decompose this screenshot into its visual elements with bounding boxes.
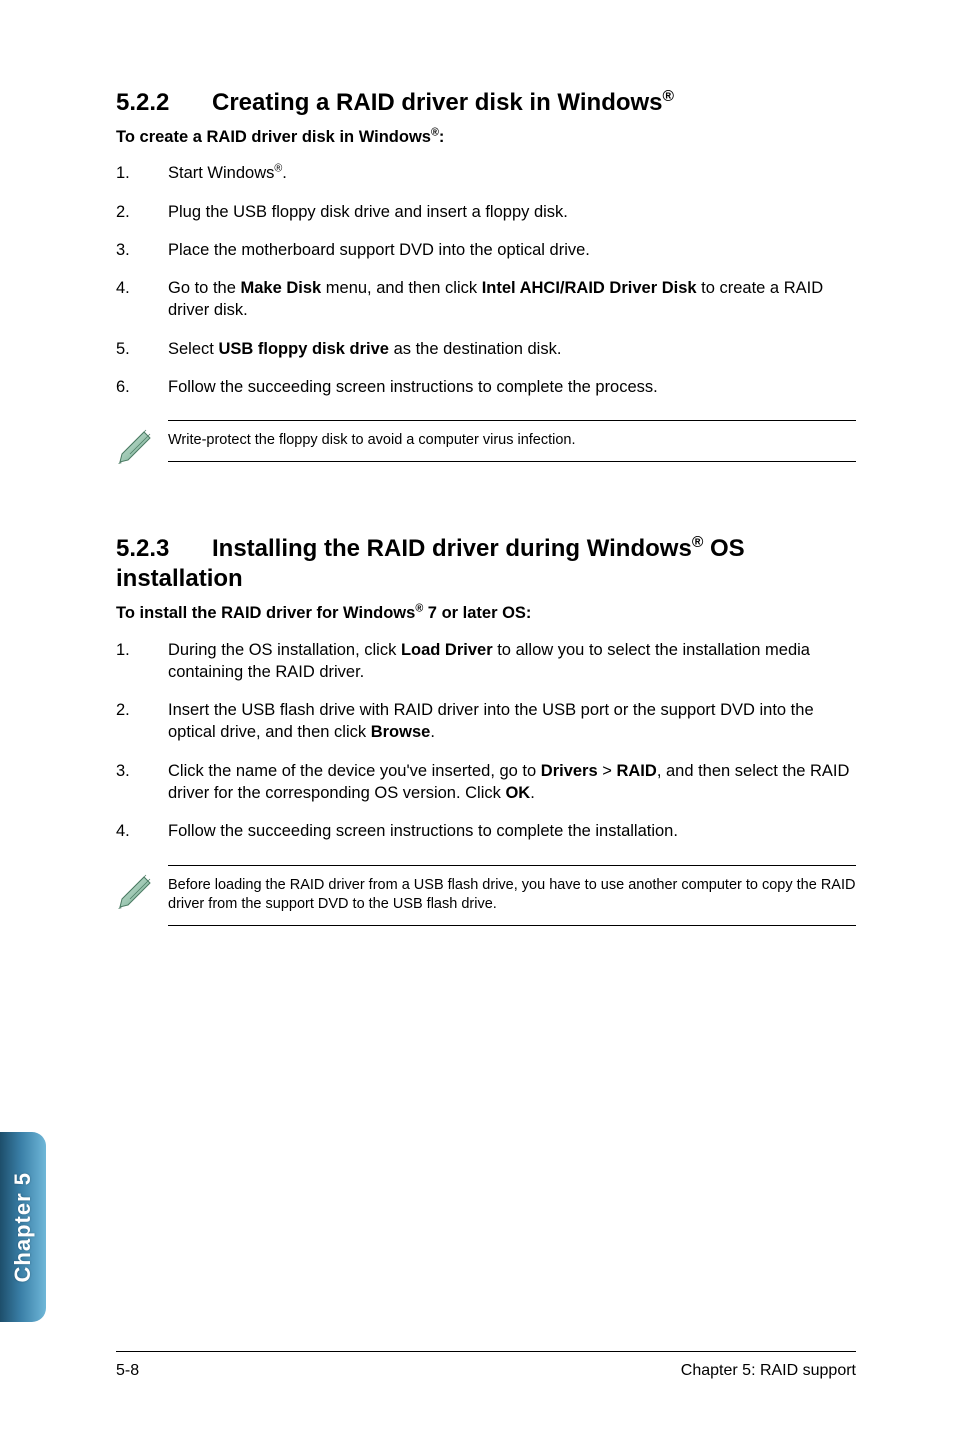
step-number: 4. bbox=[116, 277, 168, 322]
step-item: 4.Go to the Make Disk menu, and then cli… bbox=[116, 277, 856, 322]
steps-list-523: 1.During the OS installation, click Load… bbox=[116, 639, 856, 843]
note-block-522: Write-protect the floppy disk to avoid a… bbox=[116, 420, 856, 470]
step-text: Follow the succeeding screen instruction… bbox=[168, 376, 856, 398]
chapter-side-tab: Chapter 5 bbox=[0, 1132, 46, 1322]
step-item: 5.Select USB floppy disk drive as the de… bbox=[116, 338, 856, 360]
step-number: 2. bbox=[116, 201, 168, 223]
section-number: 5.2.2 bbox=[116, 88, 212, 118]
step-text: Select USB floppy disk drive as the dest… bbox=[168, 338, 856, 360]
section-heading-523: 5.2.3Installing the RAID driver during W… bbox=[116, 534, 856, 594]
step-number: 4. bbox=[116, 820, 168, 842]
step-number: 5. bbox=[116, 338, 168, 360]
section-title-text: Installing the RAID driver during Window… bbox=[212, 535, 692, 562]
note-text: Write-protect the floppy disk to avoid a… bbox=[168, 420, 856, 462]
step-item: 4.Follow the succeeding screen instructi… bbox=[116, 820, 856, 842]
note-block-523: Before loading the RAID driver from a US… bbox=[116, 865, 856, 926]
steps-list-522: 1.Start Windows®.2.Plug the USB floppy d… bbox=[116, 162, 856, 398]
step-text: Plug the USB floppy disk drive and inser… bbox=[168, 201, 856, 223]
note-text: Before loading the RAID driver from a US… bbox=[168, 865, 856, 926]
registered-mark: ® bbox=[663, 88, 675, 105]
section-heading-522: 5.2.2Creating a RAID driver disk in Wind… bbox=[116, 88, 856, 118]
chapter-side-label: Chapter 5 bbox=[8, 1172, 38, 1282]
step-text: Click the name of the device you've inse… bbox=[168, 760, 856, 805]
pencil-icon bbox=[116, 420, 168, 470]
step-text: During the OS installation, click Load D… bbox=[168, 639, 856, 684]
step-number: 3. bbox=[116, 239, 168, 261]
step-item: 1.During the OS installation, click Load… bbox=[116, 639, 856, 684]
step-item: 6.Follow the succeeding screen instructi… bbox=[116, 376, 856, 398]
step-number: 1. bbox=[116, 162, 168, 184]
page-number: 5-8 bbox=[116, 1360, 139, 1382]
step-number: 2. bbox=[116, 699, 168, 744]
step-text: Go to the Make Disk menu, and then click… bbox=[168, 277, 856, 322]
page-footer: 5-8 Chapter 5: RAID support bbox=[116, 1351, 856, 1382]
section-title-text: Creating a RAID driver disk in Windows bbox=[212, 89, 663, 116]
step-text: Insert the USB flash drive with RAID dri… bbox=[168, 699, 856, 744]
registered-mark: ® bbox=[692, 534, 704, 551]
step-text: Follow the succeeding screen instruction… bbox=[168, 820, 856, 842]
step-text: Place the motherboard support DVD into t… bbox=[168, 239, 856, 261]
footer-chapter-title: Chapter 5: RAID support bbox=[681, 1360, 856, 1382]
step-item: 3.Place the motherboard support DVD into… bbox=[116, 239, 856, 261]
subheading-523: To install the RAID driver for Windows® … bbox=[116, 602, 856, 624]
step-number: 6. bbox=[116, 376, 168, 398]
section-number: 5.2.3 bbox=[116, 534, 212, 564]
step-number: 3. bbox=[116, 760, 168, 805]
step-item: 2.Plug the USB floppy disk drive and ins… bbox=[116, 201, 856, 223]
step-number: 1. bbox=[116, 639, 168, 684]
pencil-icon bbox=[116, 865, 168, 915]
step-text: Start Windows®. bbox=[168, 162, 856, 184]
step-item: 3.Click the name of the device you've in… bbox=[116, 760, 856, 805]
subheading-522: To create a RAID driver disk in Windows®… bbox=[116, 126, 856, 148]
step-item: 2.Insert the USB flash drive with RAID d… bbox=[116, 699, 856, 744]
step-item: 1.Start Windows®. bbox=[116, 162, 856, 184]
